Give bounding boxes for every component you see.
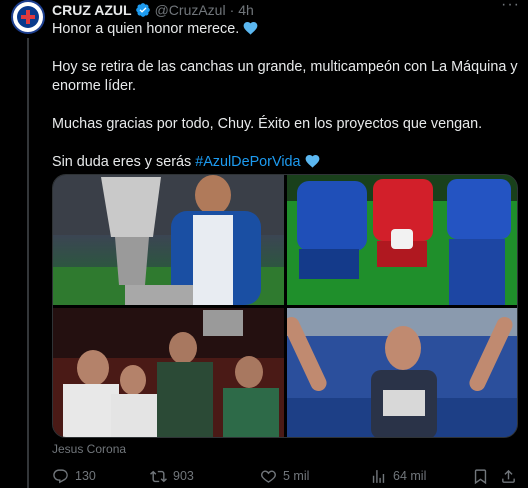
- share-button[interactable]: [500, 468, 517, 485]
- author-name[interactable]: CRUZ AZUL: [52, 2, 132, 18]
- photo-trophy[interactable]: [53, 175, 284, 305]
- like-button[interactable]: 5 mil: [260, 468, 309, 485]
- reply-count: 130: [75, 469, 96, 483]
- paragraph-1-text: Honor a quien honor merece.: [52, 21, 240, 37]
- photo-celebration[interactable]: [53, 308, 284, 437]
- avatar[interactable]: [11, 0, 45, 34]
- photo-players-bow[interactable]: [287, 175, 517, 305]
- bookmark-button[interactable]: [472, 468, 489, 485]
- media-credit[interactable]: Jesus Corona: [52, 442, 126, 456]
- photo-celebration-art: [53, 308, 284, 437]
- photo-trophy-art: [53, 175, 284, 305]
- hashtag-link[interactable]: #AzulDePorVida: [195, 154, 300, 170]
- photo-farewell-art: [287, 308, 517, 437]
- views-button[interactable]: 64 mil: [370, 468, 426, 485]
- media-grid: [52, 174, 518, 438]
- like-count: 5 mil: [283, 469, 310, 483]
- reply-button[interactable]: 130: [52, 468, 96, 485]
- post-header: CRUZ AZUL @CruzAzul · 4h: [52, 1, 254, 19]
- views-count: 64 mil: [393, 469, 427, 483]
- verified-badge-icon: [135, 3, 150, 17]
- cruz-azul-logo-icon: [17, 6, 39, 28]
- post-paragraph-3: Muchas gracias por todo, Chuy. Éxito en …: [52, 116, 483, 132]
- action-bar: 130 903 5 mil 64 mil: [52, 466, 518, 486]
- analytics-icon: [372, 469, 385, 483]
- post-text: Honor a quien honor merece. Hoy se retir…: [52, 20, 518, 172]
- author-handle[interactable]: @CruzAzul: [155, 2, 226, 18]
- separator-dot: ·: [229, 2, 235, 18]
- photo-farewell[interactable]: [287, 308, 517, 437]
- cross-icon: [21, 10, 35, 24]
- paragraph-4-text: Sin duda eres y serás: [52, 154, 192, 170]
- reply-icon: [53, 468, 68, 483]
- blue-heart-icon: [305, 154, 319, 168]
- heart-outline-icon: [261, 470, 276, 483]
- share-icon: [502, 469, 515, 483]
- post-paragraph-1: Honor a quien honor merece.: [52, 20, 518, 39]
- repost-button[interactable]: 903: [150, 468, 194, 485]
- blue-heart-icon: [243, 21, 258, 35]
- thread-line: [27, 38, 29, 488]
- post-time[interactable]: 4h: [238, 2, 254, 18]
- repost-icon: [150, 470, 167, 482]
- repost-count: 903: [173, 469, 194, 483]
- more-options-icon[interactable]: ···: [501, 0, 520, 14]
- post-paragraph-4: Sin duda eres y serás #AzulDePorVida: [52, 153, 518, 172]
- post-paragraph-2: Hoy se retira de las canchas un grande, …: [52, 59, 518, 94]
- photo-players-art: [287, 175, 517, 305]
- bookmark-icon: [474, 468, 487, 484]
